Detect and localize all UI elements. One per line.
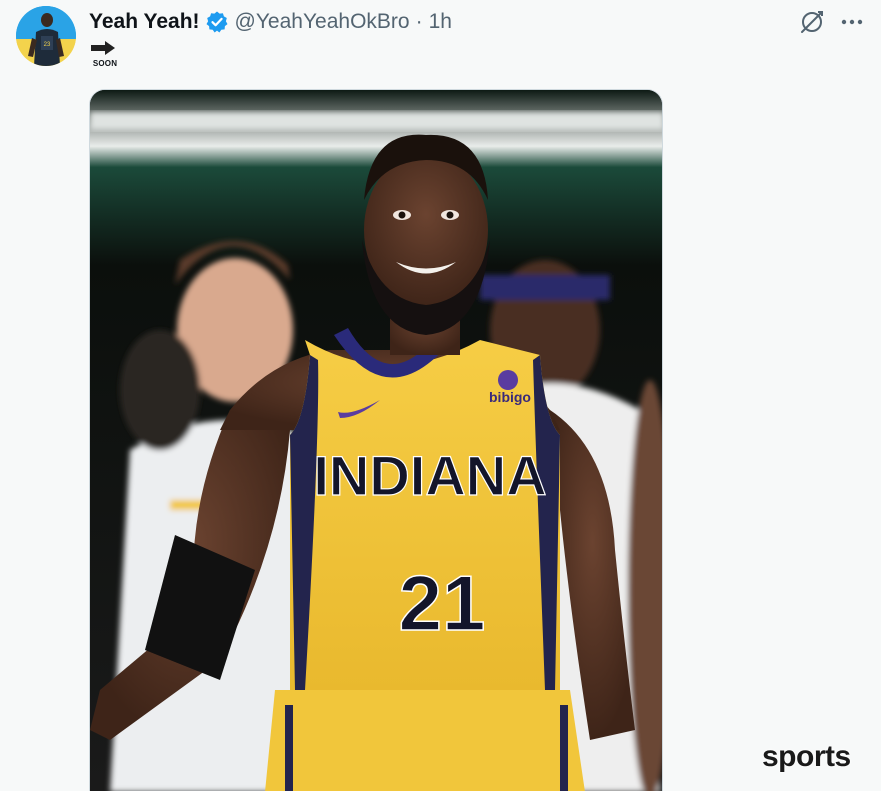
grok-icon[interactable] <box>798 8 826 36</box>
separator-dot: · <box>415 10 423 33</box>
jersey-sponsor: bibigo <box>489 389 531 405</box>
tweet-photo[interactable]: bibigo INDIANA 21 <box>89 89 663 791</box>
avatar[interactable]: 23 <box>16 6 76 66</box>
more-options-icon[interactable] <box>838 8 866 36</box>
watermark: sports <box>762 740 851 773</box>
jersey-number: 21 <box>399 559 486 647</box>
user-handle[interactable]: @YeahYeahOkBro <box>235 10 410 34</box>
svg-text:23: 23 <box>44 42 51 48</box>
verified-badge-icon <box>205 10 229 34</box>
right-arrow-icon <box>89 40 117 56</box>
timestamp[interactable]: 1h <box>429 10 452 34</box>
display-name[interactable]: Yeah Yeah! <box>89 10 200 34</box>
tweet-text: SOON <box>89 40 121 68</box>
tweet-caption: SOON <box>92 59 118 68</box>
tweet[interactable]: 23 Yeah Yeah! @YeahYeahOkBro · 1h SOON b… <box>0 0 881 791</box>
tweet-header: Yeah Yeah! @YeahYeahOkBro · 1h <box>89 8 452 36</box>
jersey-team-name: INDIANA <box>313 444 546 507</box>
